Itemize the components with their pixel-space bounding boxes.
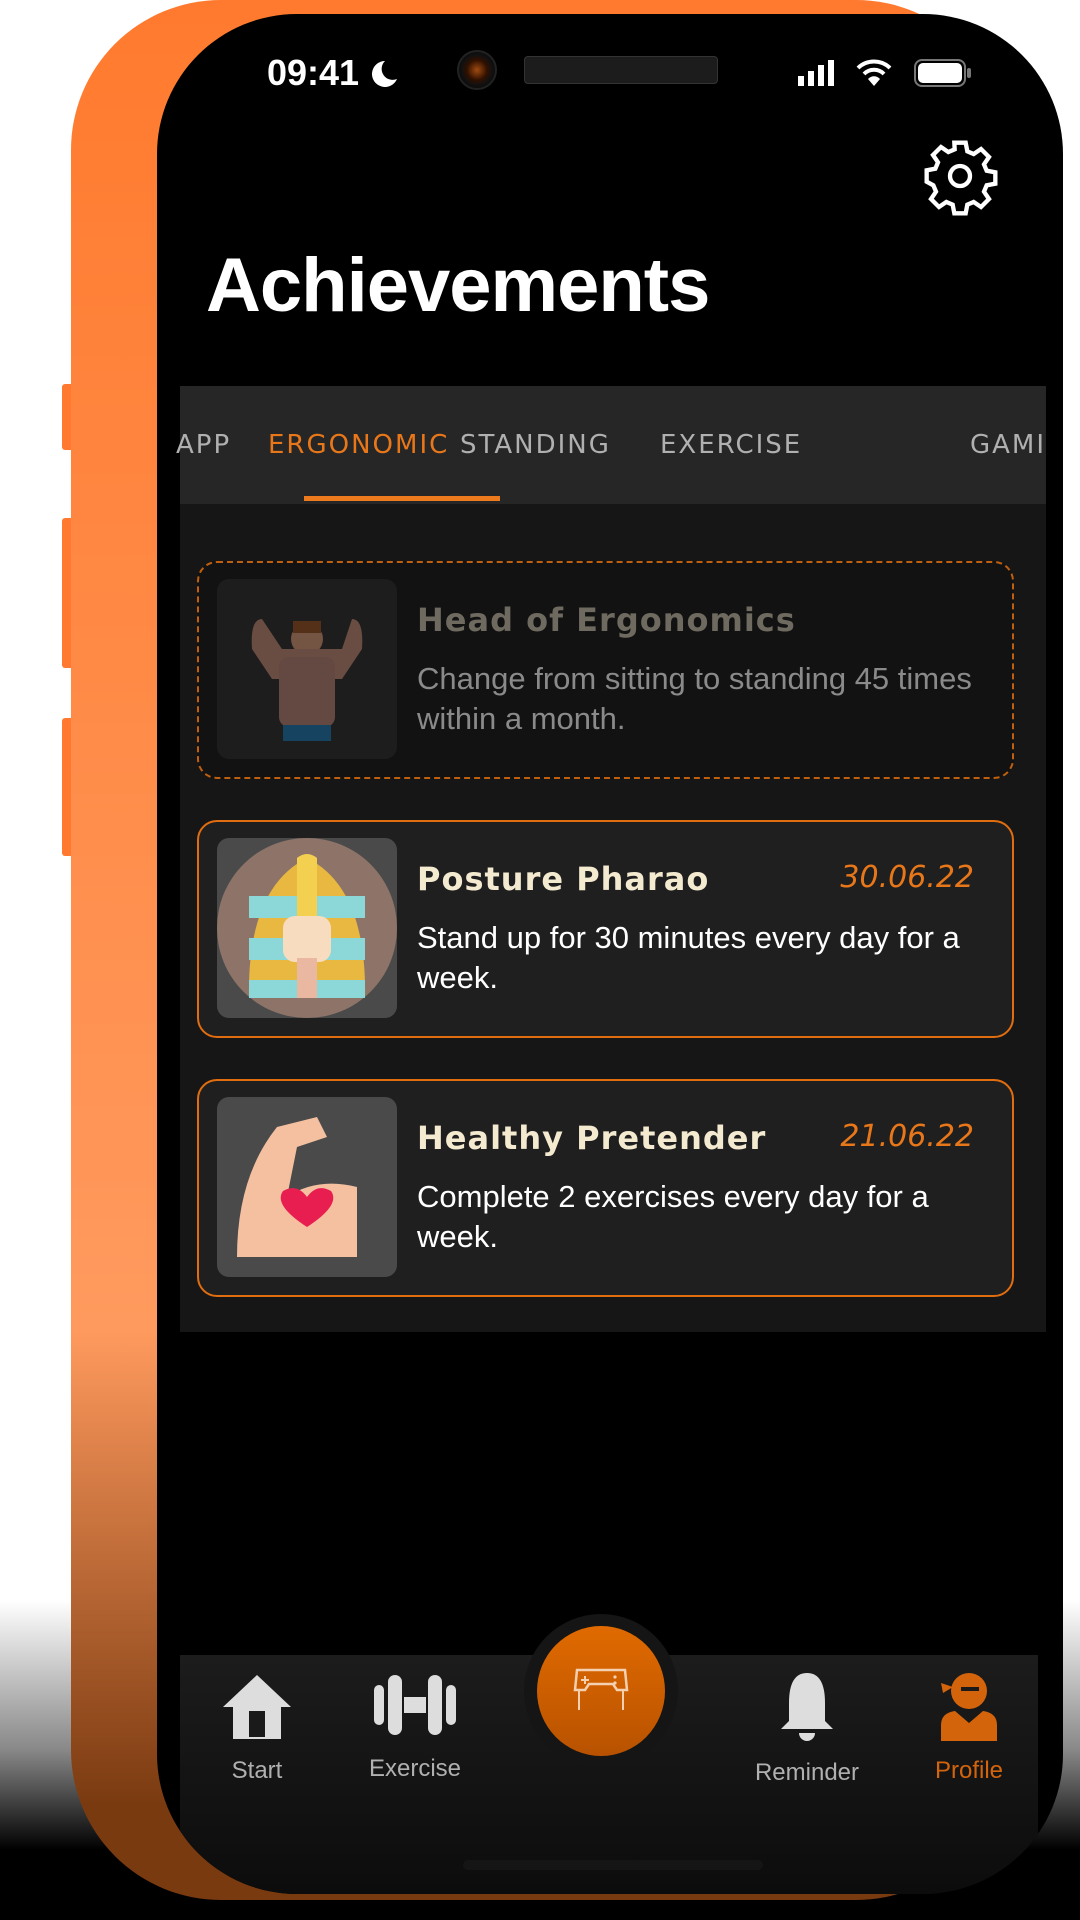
pharaoh-icon <box>217 838 397 1018</box>
achievement-title: Posture Pharao <box>417 860 710 898</box>
achievement-card[interactable]: Healthy Pretender 21.06.22 Complete 2 ex… <box>197 1079 1014 1297</box>
tab-exercise[interactable]: EXERCISE <box>660 430 802 460</box>
status-time: 09:41 <box>267 52 360 93</box>
achievement-card[interactable]: Posture Pharao 30.06.22 Stand up for 30 … <box>197 820 1014 1038</box>
game-button[interactable] <box>537 1626 665 1756</box>
nav-label: Profile <box>934 1757 1004 1784</box>
nav-label: Exercise <box>368 1755 462 1782</box>
nav-exercise[interactable]: Exercise <box>340 1655 490 1783</box>
wifi-icon <box>856 59 892 86</box>
speaker <box>524 56 718 84</box>
gamepad-icon <box>573 1668 629 1710</box>
achievement-date: 30.06.22 <box>840 860 974 895</box>
ninja-user-icon <box>941 1673 997 1741</box>
flexed-arm-heart-icon <box>217 1097 397 1277</box>
home-indicator[interactable] <box>463 1860 763 1870</box>
nav-reminder[interactable]: Reminder <box>732 1655 882 1787</box>
achievement-title: Healthy Pretender <box>417 1119 767 1157</box>
active-tab-indicator <box>304 496 500 501</box>
achievement-card[interactable]: Head of Ergonomics Change from sitting t… <box>197 561 1014 779</box>
nav-profile[interactable]: Profile <box>894 1655 1044 1785</box>
settings-gear-icon[interactable] <box>920 136 1000 216</box>
achievement-description: Change from sitting to standing 45 times… <box>417 661 972 736</box>
tab-standing[interactable]: STANDING <box>460 430 611 460</box>
achievement-description: Stand up for 30 minutes every day for a … <box>417 920 960 995</box>
achievement-title: Head of Ergonomics <box>417 601 796 639</box>
page-title: Achievements <box>206 243 710 328</box>
category-tabs: APP ERGONOMIC STANDING EXERCISE GAMI <box>176 386 1046 504</box>
signal-icon <box>798 60 834 86</box>
phone-frame: 09:41 Achievements APP ERGONOMIC STANDIN… <box>71 0 1063 1900</box>
achievement-description: Complete 2 exercises every day for a wee… <box>417 1179 929 1254</box>
screen: 09:41 Achievements APP ERGONOMIC STANDIN… <box>157 14 1063 1894</box>
bell-icon <box>781 1673 833 1741</box>
achievement-list: Head of Ergonomics Change from sitting t… <box>180 504 1046 1332</box>
nav-label: Reminder <box>754 1759 860 1786</box>
home-icon <box>223 1675 291 1739</box>
tab-games[interactable]: GAMI <box>970 430 1046 460</box>
tab-app[interactable]: APP <box>176 430 231 460</box>
bodybuilder-icon <box>217 579 397 759</box>
moon-icon <box>372 61 397 87</box>
nav-label: Start <box>231 1757 283 1784</box>
battery-icon <box>914 59 971 87</box>
front-camera <box>457 50 497 90</box>
dumbbell-icon <box>374 1675 456 1735</box>
nav-start[interactable]: Start <box>182 1655 332 1785</box>
achievement-date: 21.06.22 <box>840 1119 974 1154</box>
tab-ergonomic[interactable]: ERGONOMIC <box>268 430 449 460</box>
